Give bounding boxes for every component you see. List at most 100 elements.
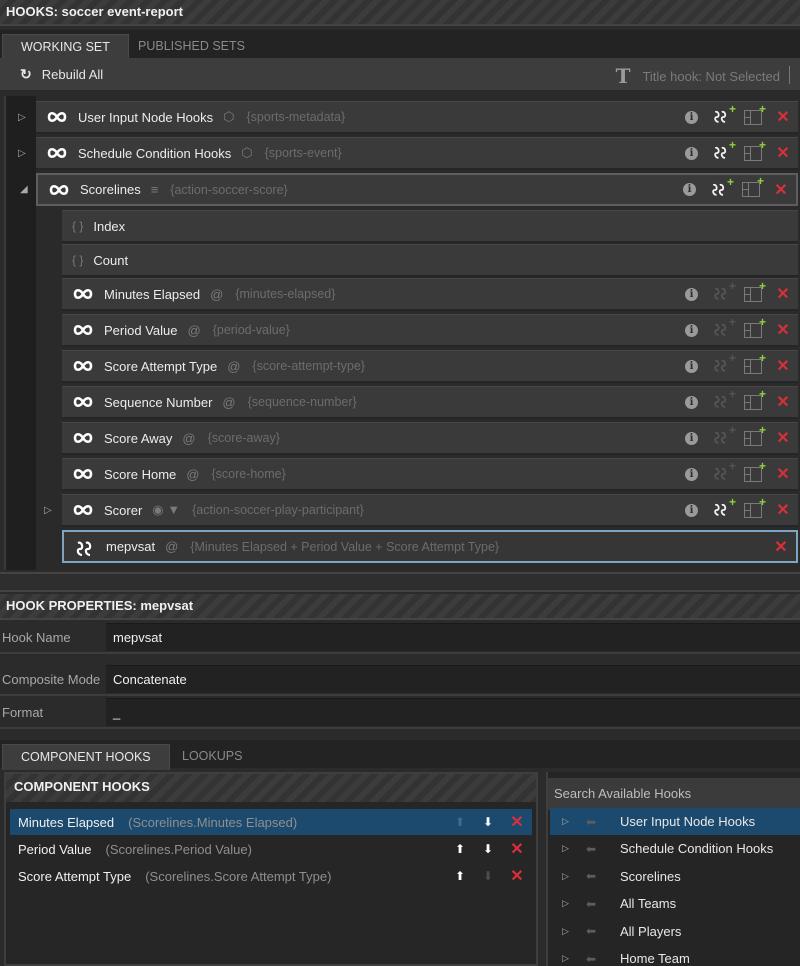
add-left-arrow-icon[interactable]: ⬅ <box>586 869 600 883</box>
title-hook-selector[interactable]: T Title hook: Not Selected <box>616 64 780 88</box>
add-node-icon[interactable]: + <box>744 103 766 125</box>
tree-row[interactable]: mepvsat @ {Minutes Elapsed + Period Value … <box>62 530 798 563</box>
tree-row[interactable]: { } Count <box>62 244 798 277</box>
info-icon[interactable]: i <box>685 110 698 124</box>
tree-row[interactable]: Sequence Number @ {sequence-number} i + + ✕ <box>62 386 798 419</box>
delete-icon[interactable]: ✕ <box>776 392 790 412</box>
tree-row[interactable]: Score Away @ {score-away} i + + ✕ <box>62 422 798 455</box>
tab-published-sets[interactable]: PUBLISHED SETS <box>120 34 263 60</box>
tree-row[interactable]: Minutes Elapsed @ {minutes-elapsed} i + + ✕ <box>62 278 798 311</box>
add-composite-hook-icon[interactable]: + <box>712 280 736 303</box>
add-left-arrow-icon[interactable]: ⬅ <box>586 815 600 829</box>
hook-name-input[interactable]: mepvsat <box>106 623 800 651</box>
add-node-icon[interactable]: + <box>744 352 766 374</box>
add-composite-hook-icon[interactable]: + <box>712 388 736 411</box>
tab-component-hooks[interactable]: COMPONENT HOOKS <box>2 744 170 770</box>
add-node-icon[interactable]: + <box>744 139 766 161</box>
move-down-icon[interactable]: ⬇ <box>482 869 494 883</box>
add-left-arrow-icon[interactable]: ⬅ <box>586 842 600 856</box>
expand-arrow-icon[interactable]: ▷ <box>18 148 26 159</box>
available-hook-item[interactable]: ▷ ⬅ All Teams <box>550 890 800 917</box>
add-composite-hook-icon[interactable]: + <box>712 139 736 162</box>
add-node-icon[interactable]: + <box>744 424 766 446</box>
info-icon[interactable]: i <box>683 183 696 196</box>
component-hook-item[interactable]: Score Attempt Type (Scorelines.Score Atte… <box>10 863 532 889</box>
move-up-icon[interactable]: ⬆ <box>454 842 466 856</box>
info-icon[interactable]: i <box>685 431 698 445</box>
tab-lookups[interactable]: LOOKUPS <box>164 744 260 770</box>
hook-link-icon <box>72 323 94 337</box>
add-node-icon[interactable]: + <box>744 388 766 410</box>
delete-icon[interactable]: ✕ <box>776 143 790 163</box>
delete-icon[interactable]: ✕ <box>776 464 790 484</box>
collapse-arrow-icon[interactable]: ◢ <box>20 184 28 195</box>
info-icon[interactable]: i <box>685 467 698 481</box>
add-composite-hook-icon[interactable]: + <box>712 424 736 447</box>
add-node-icon[interactable]: + <box>744 460 766 482</box>
add-left-arrow-icon[interactable]: ⬅ <box>586 897 600 911</box>
tree-row[interactable]: ▷ Scorer ◉ ▼ {action-soccer-play-participan… <box>44 494 798 527</box>
available-hook-item[interactable]: ▷ ⬅ Scorelines <box>550 863 800 890</box>
tree-row[interactable]: Score Attempt Type @ {score-attempt-type} i… <box>62 350 798 383</box>
add-composite-hook-icon[interactable]: + <box>712 460 736 483</box>
add-composite-hook-icon[interactable]: + <box>712 316 736 339</box>
tree-row[interactable]: ▷ Schedule Condition Hooks ⬡ {sports-event}… <box>18 137 798 170</box>
info-icon[interactable]: i <box>685 395 698 409</box>
remove-icon[interactable]: ✕ <box>510 866 524 886</box>
add-node-icon[interactable]: + <box>744 280 766 302</box>
component-hook-item[interactable]: Minutes Elapsed (Scorelines.Minutes Elaps… <box>10 809 532 835</box>
expand-arrow-icon[interactable]: ▷ <box>44 505 52 516</box>
rebuild-all-button[interactable]: ↻ Rebuild All <box>20 66 103 83</box>
add-composite-hook-icon[interactable]: + <box>712 103 736 126</box>
expand-arrow-icon[interactable]: ▷ <box>562 898 572 909</box>
add-node-icon[interactable]: + <box>744 316 766 338</box>
delete-icon[interactable]: ✕ <box>776 107 790 127</box>
available-hook-item[interactable]: ▷ ⬅ Home Team <box>550 945 800 966</box>
expand-arrow-icon[interactable]: ▷ <box>18 112 26 123</box>
info-icon[interactable]: i <box>685 323 698 337</box>
add-composite-hook-icon[interactable]: + <box>712 352 736 375</box>
add-left-arrow-icon[interactable]: ⬅ <box>586 952 600 966</box>
expand-arrow-icon[interactable]: ▷ <box>562 816 572 827</box>
delete-icon[interactable]: ✕ <box>776 284 790 304</box>
expand-arrow-icon[interactable]: ▷ <box>562 953 572 964</box>
tree-row[interactable]: Score Home @ {score-home} i + + ✕ <box>62 458 798 491</box>
tree-row[interactable]: Period Value @ {period-value} i + + ✕ <box>62 314 798 347</box>
info-icon[interactable]: i <box>685 146 698 160</box>
format-input[interactable]: _ <box>106 698 800 726</box>
move-up-icon[interactable]: ⬆ <box>454 869 466 883</box>
delete-icon[interactable]: ✕ <box>776 428 790 448</box>
add-composite-hook-icon[interactable]: + <box>712 496 736 519</box>
info-icon[interactable]: i <box>685 287 698 301</box>
panel-splitter[interactable] <box>0 572 800 592</box>
available-hook-item[interactable]: ▷ ⬅ All Players <box>550 918 800 945</box>
expand-arrow-icon[interactable]: ▷ <box>562 926 572 937</box>
remove-icon[interactable]: ✕ <box>510 839 524 859</box>
expand-arrow-icon[interactable]: ▷ <box>562 843 572 854</box>
tree-row[interactable]: ◢ Scorelines ≡ {action-soccer-score} i + + ✕ <box>20 173 798 206</box>
info-icon[interactable]: i <box>685 503 698 517</box>
available-hook-item[interactable]: ▷ ⬅ User Input Node Hooks <box>550 808 800 835</box>
move-down-icon[interactable]: ⬇ <box>482 842 494 856</box>
tree-row[interactable]: { } Index <box>62 210 798 243</box>
search-available-hooks-input[interactable]: Search Available Hooks <box>548 778 800 810</box>
info-icon[interactable]: i <box>685 359 698 373</box>
remove-icon[interactable]: ✕ <box>510 812 524 832</box>
add-composite-hook-icon[interactable]: + <box>710 176 734 199</box>
expand-arrow-icon[interactable]: ▷ <box>562 871 572 882</box>
composite-mode-select[interactable]: Concatenate <box>106 665 800 693</box>
delete-icon[interactable]: ✕ <box>774 537 788 557</box>
tab-working-set[interactable]: WORKING SET <box>2 34 129 60</box>
delete-icon[interactable]: ✕ <box>776 320 790 340</box>
move-up-icon[interactable]: ⬆ <box>454 815 466 829</box>
add-node-icon[interactable]: + <box>744 496 766 518</box>
add-left-arrow-icon[interactable]: ⬅ <box>586 924 600 938</box>
move-down-icon[interactable]: ⬇ <box>482 815 494 829</box>
delete-icon[interactable]: ✕ <box>776 500 790 520</box>
add-node-icon[interactable]: + <box>742 175 764 197</box>
tree-row[interactable]: ▷ User Input Node Hooks ⬡ {sports-metadata}… <box>18 101 798 134</box>
available-hook-item[interactable]: ▷ ⬅ Schedule Condition Hooks <box>550 835 800 862</box>
delete-icon[interactable]: ✕ <box>774 180 788 200</box>
delete-icon[interactable]: ✕ <box>776 356 790 376</box>
component-hook-item[interactable]: Period Value (Scorelines.Period Value) ⬆ ⬇ ✕ <box>10 836 532 862</box>
